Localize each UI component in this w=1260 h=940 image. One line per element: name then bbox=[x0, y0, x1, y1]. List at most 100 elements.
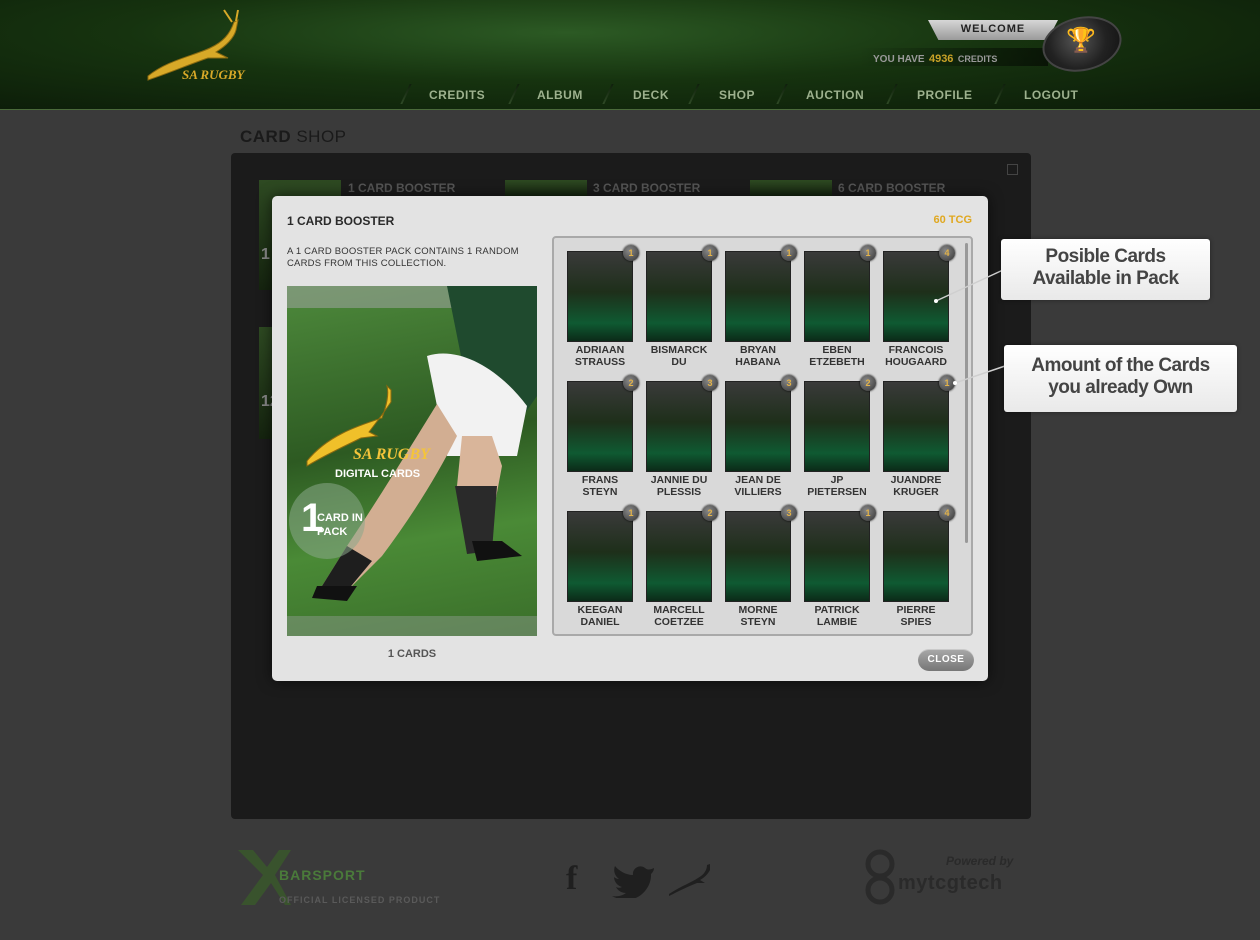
card-owned-count: 1 bbox=[781, 245, 797, 261]
springbok-icon[interactable] bbox=[667, 864, 713, 898]
xbar-sub: OFFICIAL LICENSED PRODUCT bbox=[279, 895, 441, 905]
card-owned-count: 2 bbox=[860, 375, 876, 391]
trophy-icon: 🏆 bbox=[1066, 27, 1096, 54]
nav-auction[interactable]: AUCTION bbox=[806, 84, 864, 106]
card-name: MORNE STEYN bbox=[738, 604, 778, 628]
side-count-1: 1 bbox=[261, 246, 270, 263]
card-name: JP PIETERSEN bbox=[807, 474, 867, 498]
credits-suffix: CREDITS bbox=[957, 54, 998, 64]
tech-brand: mytcgtech bbox=[898, 872, 1003, 894]
mytcgtech-logo[interactable]: Powered by mytcgtech bbox=[862, 848, 1032, 912]
nav-album[interactable]: ALBUM bbox=[537, 84, 583, 106]
card-owned-count: 1 bbox=[860, 245, 876, 261]
card-owned-count: 2 bbox=[702, 505, 718, 521]
card-name: ADRIAAN STRAUSS bbox=[574, 344, 626, 368]
page-title: CARD SHOP bbox=[240, 127, 347, 147]
nav-separator bbox=[776, 84, 788, 104]
nav-separator bbox=[688, 84, 700, 104]
callout-possible-cards: Posible Cards Available in Pack bbox=[1001, 239, 1210, 300]
nav-separator bbox=[400, 84, 412, 104]
card-image bbox=[725, 381, 791, 472]
card-owned-count: 4 bbox=[939, 505, 955, 521]
card-image bbox=[883, 511, 949, 602]
twitter-icon[interactable] bbox=[612, 864, 656, 898]
card-image bbox=[725, 251, 791, 342]
card-name: EBEN ETZEBETH bbox=[809, 344, 865, 368]
booster-thumb-6[interactable] bbox=[750, 180, 832, 196]
card-name: FRANCOIS HOUGAARD bbox=[885, 344, 947, 368]
modal-description: A 1 CARD BOOSTER PACK CONTAINS 1 RANDOM … bbox=[287, 246, 519, 269]
card-image bbox=[567, 511, 633, 602]
card-name: BISMARCK DU bbox=[650, 344, 708, 368]
card-owned-count: 1 bbox=[623, 245, 639, 261]
card-name: JUANDRE KRUGER bbox=[890, 474, 942, 498]
powered-by-label: Powered by bbox=[946, 854, 1014, 868]
card-owned-count: 3 bbox=[781, 505, 797, 521]
card-owned-count: 1 bbox=[860, 505, 876, 521]
card-owned-count: 3 bbox=[702, 375, 718, 391]
pack-sub: DIGITAL CARDS bbox=[335, 468, 421, 480]
facebook-icon[interactable]: f bbox=[566, 860, 586, 898]
card-image bbox=[804, 381, 870, 472]
nav-deck[interactable]: DECK bbox=[633, 84, 669, 106]
callout-owned-cards: Amount of the Cards you already Own bbox=[1004, 345, 1237, 412]
card-owned-count: 2 bbox=[623, 375, 639, 391]
card-owned-count: 4 bbox=[939, 245, 955, 261]
credits-info: YOU HAVE 4936 CREDITS bbox=[873, 49, 997, 67]
card-image bbox=[567, 251, 633, 342]
card-name: PATRICK LAMBIE bbox=[814, 604, 860, 628]
card-name: PIERRE SPIES bbox=[896, 604, 936, 628]
card-name: BRYAN HABANA bbox=[735, 344, 781, 368]
card-name: MARCELL COETZEE bbox=[653, 604, 705, 628]
logo-text: SA RUGBY bbox=[182, 67, 245, 82]
credits-prefix: YOU HAVE bbox=[873, 54, 925, 65]
callout-text: Amount of the Cards bbox=[1031, 355, 1210, 376]
callout-text: you already Own bbox=[1048, 377, 1193, 398]
close-button[interactable]: CLOSE bbox=[918, 649, 974, 671]
cards-grid: 1 ADRIAAN STRAUSS 1 BISMARCK DU 1 BRYAN HAB… bbox=[552, 236, 973, 636]
card-owned-count: 3 bbox=[781, 375, 797, 391]
callout-text: Posible Cards bbox=[1045, 246, 1166, 267]
card-image bbox=[646, 511, 712, 602]
credits-amount: 4936 bbox=[928, 53, 954, 65]
card-name: FRANS STEYN bbox=[581, 474, 619, 498]
nav-profile[interactable]: PROFILE bbox=[917, 84, 973, 106]
card-image bbox=[725, 511, 791, 602]
modal-title: 1 CARD BOOSTER bbox=[287, 214, 395, 228]
card-name: JEAN DE VILLIERS bbox=[734, 474, 782, 498]
xbar-brand: BARSPORT bbox=[279, 867, 366, 883]
card-image bbox=[883, 381, 949, 472]
pack-brand: SA RUGBY bbox=[353, 446, 430, 463]
card-image bbox=[804, 251, 870, 342]
pack-image: SA RUGBY DIGITAL CARDS 1 CARD IN PACK bbox=[287, 286, 537, 636]
nav-logout[interactable]: LOGOUT bbox=[1024, 84, 1078, 106]
welcome-label: WELCOME bbox=[960, 23, 1026, 35]
site-header: SA RUGBY WELCOME YOU HAVE 4936 CREDITS 🏆… bbox=[0, 0, 1260, 110]
nav-separator bbox=[602, 84, 614, 104]
pack-count: 1 CARDS bbox=[387, 648, 437, 660]
booster-thumb-3[interactable] bbox=[505, 180, 587, 196]
card-owned-count: 1 bbox=[939, 375, 955, 391]
xbarsport-logo[interactable]: BARSPORT OFFICIAL LICENSED PRODUCT bbox=[233, 845, 443, 911]
expand-icon[interactable] bbox=[1007, 164, 1018, 175]
pack-label-1: CARD IN bbox=[317, 512, 363, 524]
card-image bbox=[804, 511, 870, 602]
nav-separator bbox=[886, 84, 898, 104]
page-title-bold: CARD bbox=[240, 127, 292, 146]
card-name: KEEGAN DANIEL bbox=[577, 604, 623, 628]
card-image bbox=[883, 251, 949, 342]
card-image bbox=[646, 381, 712, 472]
nav-credits[interactable]: CREDITS bbox=[429, 84, 485, 106]
pack-label-2: PACK bbox=[317, 526, 348, 538]
booster-title-6[interactable]: 6 CARD BOOSTER bbox=[838, 181, 945, 195]
nav-shop[interactable]: SHOP bbox=[719, 84, 755, 106]
nav-separator bbox=[994, 84, 1006, 104]
scrollbar[interactable] bbox=[965, 243, 968, 543]
card-image bbox=[567, 381, 633, 472]
booster-title-3[interactable]: 3 CARD BOOSTER bbox=[593, 181, 700, 195]
card-owned-count: 1 bbox=[623, 505, 639, 521]
card-owned-count: 1 bbox=[702, 245, 718, 261]
booster-title-1[interactable]: 1 CARD BOOSTER bbox=[348, 181, 455, 195]
page-title-light: SHOP bbox=[296, 127, 347, 146]
card-image bbox=[646, 251, 712, 342]
